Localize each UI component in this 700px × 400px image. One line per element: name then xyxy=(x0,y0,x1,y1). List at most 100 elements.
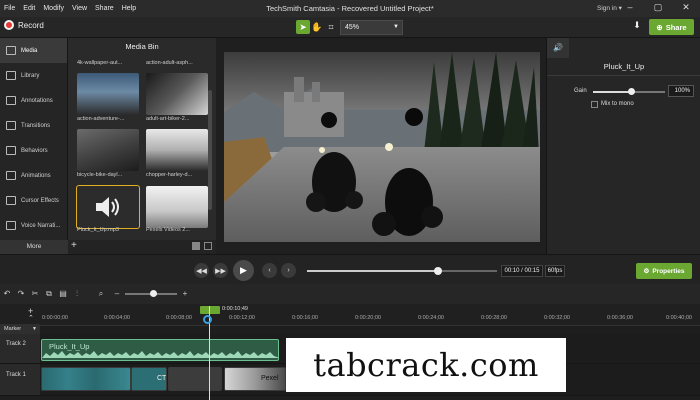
ruler-tick-label: 0:00:28;00 xyxy=(481,315,507,321)
track-name: Track 2 xyxy=(6,341,26,347)
media-item-label: adult-art-biker-2... xyxy=(146,116,190,122)
audio-clip[interactable]: Pluck_It_Up xyxy=(41,339,279,361)
video-preview[interactable] xyxy=(224,52,540,242)
undo-icon[interactable]: ↶ xyxy=(2,289,12,299)
share-label: Share xyxy=(665,22,687,32)
pan-tool-icon[interactable]: ✋ xyxy=(310,20,324,34)
media-bin-scrollbar[interactable] xyxy=(208,90,212,210)
properties-button[interactable]: ⚙ Properties xyxy=(636,263,692,279)
timeline-ruler[interactable]: 0:00:00;00 0:00:04;00 0:00:08;00 0:00:12… xyxy=(0,304,700,326)
menu-modify[interactable]: Modify xyxy=(43,5,64,12)
collapse-icon[interactable]: ⌃ xyxy=(28,314,34,322)
ruler-tick-label: 0:00:00;00 xyxy=(42,315,68,321)
step-forward-icon[interactable]: ▶▶ xyxy=(213,263,228,278)
share-button[interactable]: ⊕ Share xyxy=(649,19,694,35)
track-header[interactable]: Track 1 xyxy=(0,364,40,396)
media-thumbnail[interactable] xyxy=(77,129,139,171)
paste-icon[interactable]: ▤ xyxy=(58,289,68,299)
menu-edit[interactable]: Edit xyxy=(23,5,35,12)
step-back-icon[interactable]: ◀◀ xyxy=(194,263,209,278)
media-item-label: Pexels Videos 2... xyxy=(146,227,190,233)
left-nav: Media Library Annotations Transitions Be… xyxy=(0,38,68,254)
marker-track-header[interactable]: Marker ▼ xyxy=(0,324,40,334)
nav-item-library[interactable]: Library xyxy=(0,63,67,88)
audio-tab-speaker-icon[interactable]: 🔊 xyxy=(547,38,569,58)
menu-file[interactable]: File xyxy=(4,5,15,12)
media-thumbnail-audio[interactable] xyxy=(76,185,140,229)
search-icon[interactable]: ⌕ xyxy=(96,289,106,299)
nav-item-behaviors[interactable]: Behaviors xyxy=(0,138,67,163)
nav-item-media[interactable]: Media xyxy=(0,38,67,63)
gain-slider-knob[interactable] xyxy=(628,88,635,95)
more-button[interactable]: More xyxy=(0,240,68,254)
timecode: 00:10 / 00:15 xyxy=(501,265,543,277)
minimize-icon[interactable]: – xyxy=(616,2,644,13)
close-icon[interactable]: ✕ xyxy=(672,2,700,13)
properties-panel: 🔊 Pluck_It_Up Gain 100% Mix to mono xyxy=(546,38,700,254)
zoom-in-icon[interactable]: + xyxy=(180,289,190,299)
playhead-marker-icon xyxy=(203,315,212,324)
mix-to-mono-label: Mix to mono xyxy=(601,101,634,107)
video-clip[interactable] xyxy=(168,367,222,391)
media-item-label: action-adventure-... xyxy=(77,116,125,122)
playhead-handle[interactable] xyxy=(200,306,220,314)
scrub-knob[interactable] xyxy=(434,267,442,275)
copy-icon[interactable]: ⧉ xyxy=(44,289,54,299)
previous-icon[interactable]: ‹ xyxy=(262,263,277,278)
nav-item-transitions[interactable]: Transitions xyxy=(0,113,67,138)
play-button[interactable]: ▶ xyxy=(233,260,254,281)
timeline-zoom-knob[interactable] xyxy=(150,290,157,297)
microphone-icon xyxy=(6,221,16,230)
ruler-tick-label: 0:00:12;00 xyxy=(229,315,255,321)
media-thumbnail[interactable] xyxy=(146,73,208,115)
zoom-value: 45% xyxy=(345,24,360,31)
mix-to-mono-checkbox[interactable] xyxy=(591,101,598,108)
add-media-icon[interactable]: + xyxy=(71,240,77,251)
animations-icon xyxy=(6,171,16,180)
library-icon xyxy=(6,71,16,80)
track-name: Track 1 xyxy=(6,372,26,378)
chevron-down-icon: ▼ xyxy=(32,326,37,332)
cut-icon[interactable]: ✂ xyxy=(30,289,40,299)
nav-item-annotations[interactable]: Annotations xyxy=(0,88,67,113)
crop-tool-icon[interactable]: ⌗ xyxy=(324,20,338,34)
arrow-tool-icon[interactable]: ➤ xyxy=(296,20,310,34)
fps-indicator: 60fps xyxy=(545,265,565,277)
nav-item-voice-narration[interactable]: Voice Narrati... xyxy=(0,213,67,238)
split-icon[interactable]: ⫶ xyxy=(72,289,82,299)
download-icon[interactable]: ⬇ xyxy=(630,20,644,34)
gain-slider-fill xyxy=(593,91,631,93)
media-bin-title: Media Bin xyxy=(125,42,159,51)
gear-icon: ⚙ xyxy=(643,268,650,275)
nav-item-animations[interactable]: Animations xyxy=(0,163,67,188)
media-thumbnail[interactable] xyxy=(146,186,208,228)
menu-bar: File Edit Modify View Share Help TechSmi… xyxy=(0,0,700,17)
grid-view-icon[interactable] xyxy=(192,242,200,250)
track-header[interactable]: Track 2 xyxy=(0,334,40,364)
gain-input[interactable]: 100% xyxy=(668,85,694,97)
list-view-icon[interactable] xyxy=(204,242,212,250)
media-thumbnail[interactable] xyxy=(146,129,208,171)
media-item-label: action-adult-asph... xyxy=(146,60,193,66)
behaviors-icon xyxy=(6,146,16,155)
nav-item-cursor-effects[interactable]: Cursor Effects xyxy=(0,188,67,213)
preview-frame xyxy=(224,52,540,242)
redo-icon[interactable]: ↷ xyxy=(16,289,26,299)
video-clip[interactable]: CT xyxy=(131,367,167,391)
next-icon[interactable]: › xyxy=(281,263,296,278)
gain-label: Gain xyxy=(574,88,587,94)
menu-view[interactable]: View xyxy=(72,5,87,12)
record-button[interactable]: Record xyxy=(4,20,44,30)
video-clip[interactable] xyxy=(41,367,131,391)
nav-label: Voice Narrati... xyxy=(21,222,61,229)
ruler-tick-label: 0:00:40;00 xyxy=(666,315,692,321)
maximize-icon[interactable]: ▢ xyxy=(644,2,672,13)
media-bin-footer: + xyxy=(68,240,216,254)
menu-share[interactable]: Share xyxy=(95,5,114,12)
video-clip[interactable]: Pexel xyxy=(224,367,286,391)
media-item-label: Pluck_It_Up.mp3 xyxy=(77,227,119,233)
media-thumbnail[interactable] xyxy=(77,73,139,115)
zoom-out-icon[interactable]: – xyxy=(112,289,122,299)
menu-help[interactable]: Help xyxy=(122,5,136,12)
zoom-select[interactable]: 45% ▼ xyxy=(340,20,403,35)
